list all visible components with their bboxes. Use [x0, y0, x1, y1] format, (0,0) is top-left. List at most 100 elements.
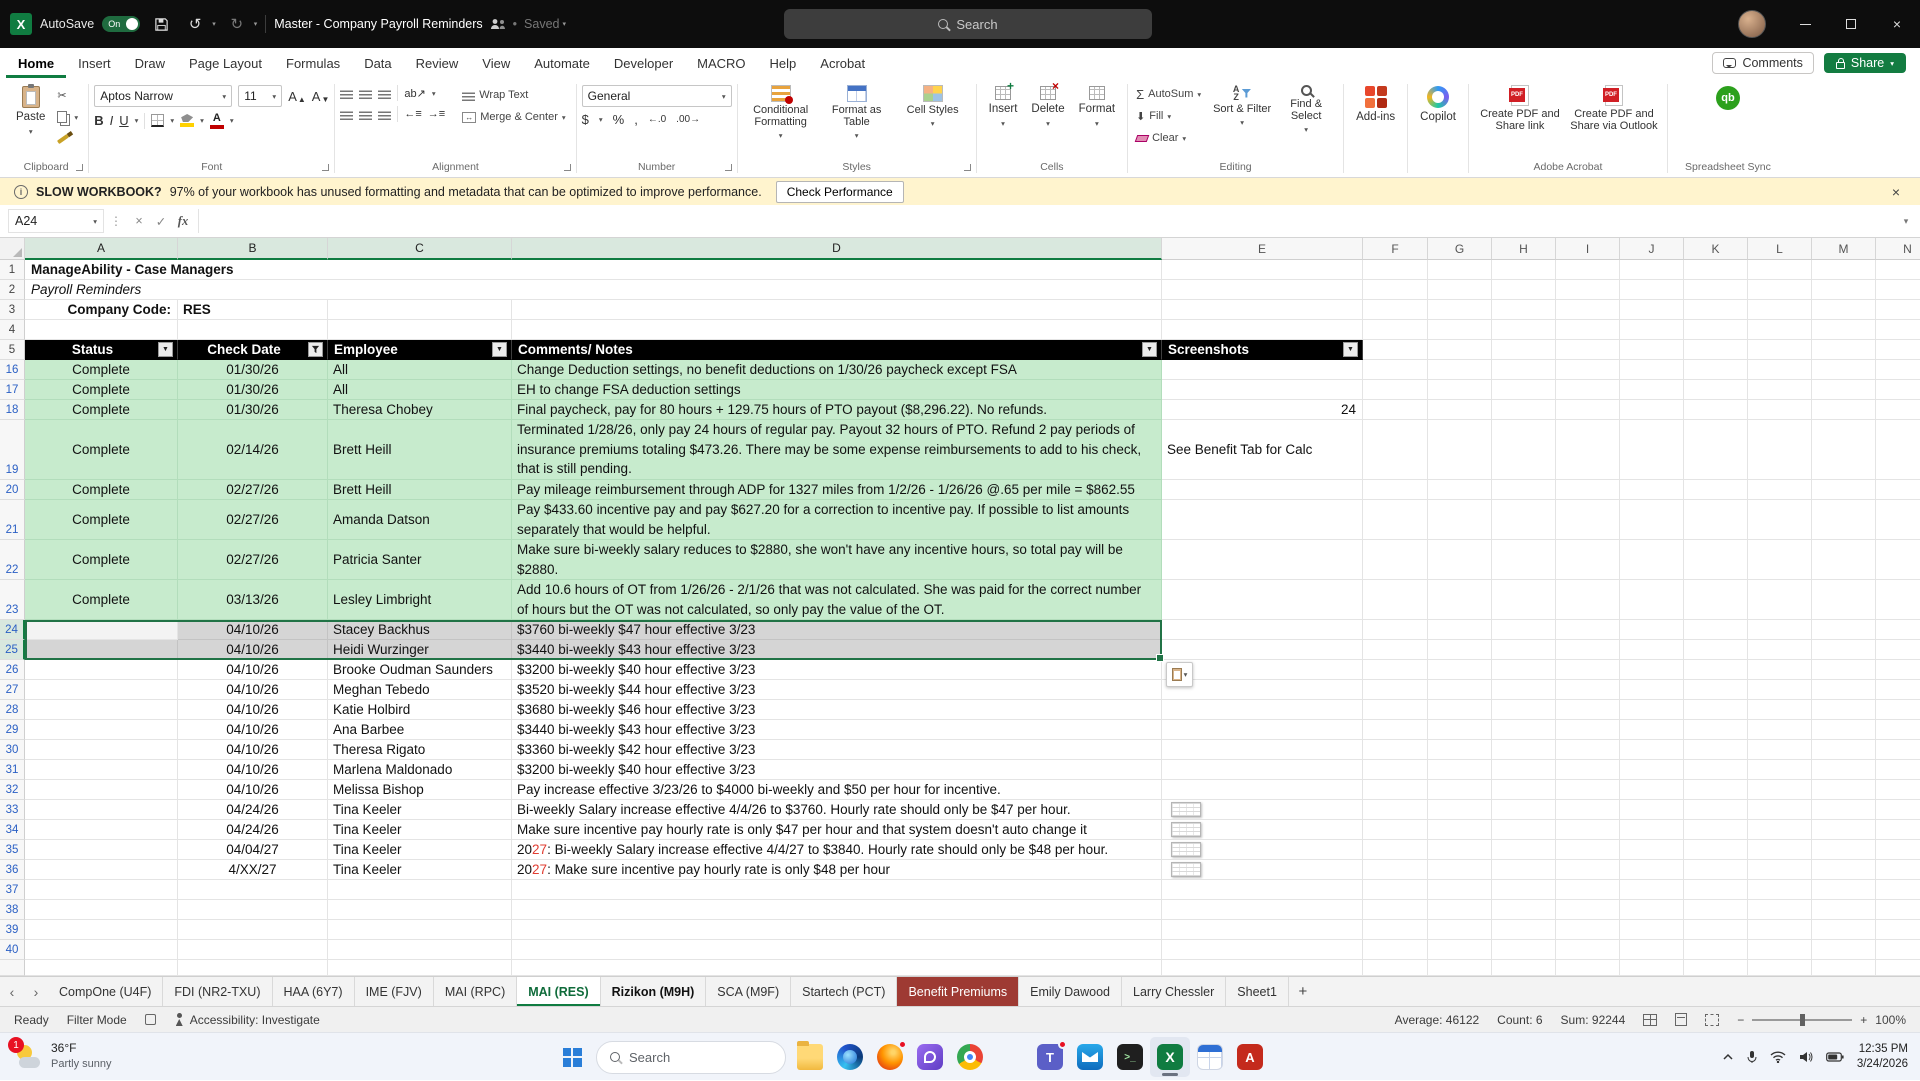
ribbon-tab-help[interactable]: Help: [758, 48, 809, 78]
cell-B32[interactable]: 04/10/26: [178, 780, 328, 800]
cell[interactable]: [1556, 320, 1620, 340]
cell[interactable]: [1620, 840, 1684, 860]
copy-button[interactable]: ▾: [54, 108, 81, 126]
cell[interactable]: [1363, 260, 1428, 280]
cell-B19[interactable]: 02/14/26: [178, 420, 328, 480]
row-header-25[interactable]: 25: [0, 640, 25, 660]
cell[interactable]: [1684, 300, 1748, 320]
cell-styles-button[interactable]: Cell Styles▾: [895, 82, 971, 130]
cell[interactable]: [1684, 720, 1748, 740]
cell[interactable]: [512, 880, 1162, 900]
cell[interactable]: [1876, 340, 1920, 360]
cell[interactable]: [1684, 920, 1748, 940]
terminal-icon[interactable]: [1110, 1037, 1150, 1077]
minimize-button[interactable]: [1782, 0, 1828, 48]
cell[interactable]: [1620, 300, 1684, 320]
cell[interactable]: [1363, 660, 1428, 680]
cell-B16[interactable]: 01/30/26: [178, 360, 328, 380]
cell[interactable]: [1812, 700, 1876, 720]
cell-A18[interactable]: Complete: [25, 400, 178, 420]
cell[interactable]: [1748, 420, 1812, 480]
cell[interactable]: [512, 940, 1162, 960]
loop-icon[interactable]: [910, 1037, 950, 1077]
cell[interactable]: [1363, 800, 1428, 820]
cell[interactable]: [1812, 320, 1876, 340]
cell[interactable]: [1684, 540, 1748, 580]
cell[interactable]: [1684, 380, 1748, 400]
maximize-button[interactable]: [1828, 0, 1874, 48]
screenshot-thumbnail[interactable]: [1171, 822, 1201, 837]
spreadsheet-sync-button[interactable]: qb: [1709, 82, 1747, 114]
cell[interactable]: [1428, 940, 1492, 960]
column-header-D[interactable]: D: [512, 238, 1162, 260]
cell[interactable]: [1162, 960, 1363, 976]
row-header-33[interactable]: 33: [0, 800, 25, 820]
check-performance-button[interactable]: Check Performance: [776, 181, 904, 203]
sheet-tab-benefit-premiums[interactable]: Benefit Premiums: [897, 977, 1019, 1006]
cell-B22[interactable]: 02/27/26: [178, 540, 328, 580]
undo-button[interactable]: ↺: [182, 9, 208, 39]
cell[interactable]: [1556, 780, 1620, 800]
cell[interactable]: [1363, 360, 1428, 380]
cell[interactable]: [1556, 340, 1620, 360]
cell[interactable]: [1428, 840, 1492, 860]
cell[interactable]: [1492, 720, 1556, 740]
cell-D26[interactable]: $3200 bi-weekly $40 hour effective 3/23: [512, 660, 1162, 680]
cell-C24[interactable]: Stacey Backhus: [328, 620, 512, 640]
bold-button[interactable]: B: [94, 113, 103, 128]
row-header-40[interactable]: 40: [0, 940, 25, 960]
cell-B34[interactable]: 04/24/26: [178, 820, 328, 840]
cell-D21[interactable]: Pay $433.60 incentive pay and pay $627.2…: [512, 500, 1162, 540]
filter-header-comments-notes[interactable]: Comments/ Notes▼: [512, 340, 1162, 360]
cell-E33[interactable]: [1162, 800, 1363, 820]
cell[interactable]: [1162, 900, 1363, 920]
cell-D25[interactable]: $3440 bi-weekly $43 hour effective 3/23: [512, 640, 1162, 660]
sheet-tab-startech-pct[interactable]: Startech (PCT): [791, 977, 897, 1006]
cell-B23[interactable]: 03/13/26: [178, 580, 328, 620]
cell[interactable]: [1620, 580, 1684, 620]
cell[interactable]: [328, 960, 512, 976]
cell[interactable]: [1492, 780, 1556, 800]
cell[interactable]: [1428, 680, 1492, 700]
cell-A16[interactable]: Complete: [25, 360, 178, 380]
search-input[interactable]: Search: [784, 9, 1152, 39]
cell[interactable]: [1492, 920, 1556, 940]
cell[interactable]: [1876, 680, 1920, 700]
cell[interactable]: [1363, 420, 1428, 480]
cell[interactable]: [1162, 280, 1363, 300]
filter-dropdown-icon[interactable]: ▼: [158, 342, 173, 357]
cell[interactable]: [1748, 840, 1812, 860]
row-header-32[interactable]: 32: [0, 780, 25, 800]
cell[interactable]: [1748, 500, 1812, 540]
cell[interactable]: [1620, 280, 1684, 300]
cell[interactable]: [178, 920, 328, 940]
cell-B17[interactable]: 01/30/26: [178, 380, 328, 400]
cell[interactable]: [1492, 500, 1556, 540]
sheet-tab-compone-u4f[interactable]: CompOne (U4F): [48, 977, 163, 1006]
cell[interactable]: [1684, 700, 1748, 720]
cell[interactable]: [1620, 320, 1684, 340]
outlook-icon[interactable]: [1070, 1037, 1110, 1077]
cell[interactable]: [1876, 420, 1920, 480]
column-header-N[interactable]: N: [1876, 238, 1920, 260]
cell[interactable]: [1748, 320, 1812, 340]
cell[interactable]: [1876, 900, 1920, 920]
cell[interactable]: [1876, 880, 1920, 900]
cell[interactable]: [1428, 260, 1492, 280]
microphone-icon[interactable]: [1747, 1050, 1757, 1064]
cell-A24[interactable]: [25, 620, 178, 640]
chrome-icon[interactable]: [950, 1037, 990, 1077]
cell[interactable]: [1876, 660, 1920, 680]
cell[interactable]: [1748, 620, 1812, 640]
zoom-slider[interactable]: [1752, 1019, 1852, 1021]
cell[interactable]: [1876, 860, 1920, 880]
cell[interactable]: [1620, 380, 1684, 400]
row-header-35[interactable]: 35: [0, 840, 25, 860]
cell-E25[interactable]: [1162, 640, 1363, 660]
underline-button[interactable]: U: [119, 113, 128, 128]
copilot-button[interactable]: Copilot: [1413, 82, 1463, 127]
cell[interactable]: [1812, 260, 1876, 280]
taskbar-search-input[interactable]: Search: [596, 1041, 786, 1074]
cell[interactable]: [1492, 380, 1556, 400]
accounting-format-button[interactable]: $: [582, 112, 589, 127]
